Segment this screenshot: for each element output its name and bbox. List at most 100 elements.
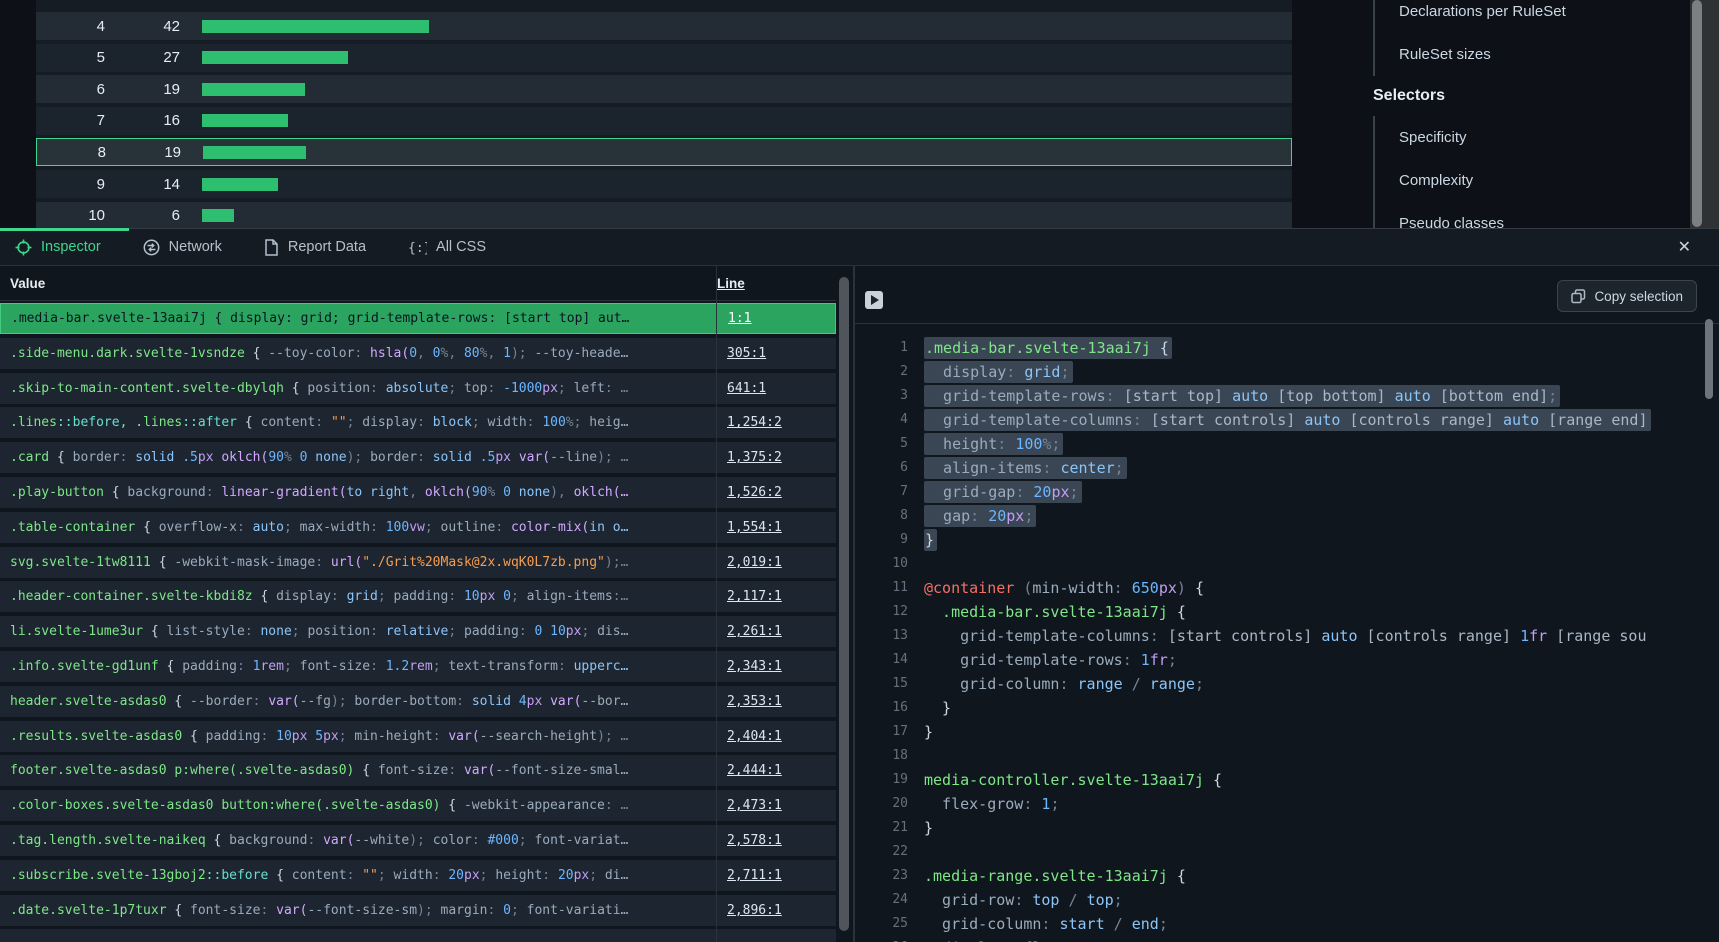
sidebar-item-complexity[interactable]: Complexity: [1375, 159, 1690, 202]
syntax-fn: var(: [519, 450, 550, 465]
syntax-prop: content: [292, 868, 347, 883]
table-row[interactable]: header.svelte-asdas0 { --border: var(--f…: [0, 686, 836, 717]
syntax-ln: [start controls]: [1168, 627, 1322, 645]
chart-row-7[interactable]: 716: [36, 107, 1292, 135]
syntax-punc: ;: [292, 624, 308, 639]
copy-selection-button[interactable]: Copy selection: [1557, 280, 1697, 312]
syntax-kw: solid: [135, 450, 182, 465]
syntax-num: 100: [542, 415, 565, 430]
tab-report-data[interactable]: Report Data: [264, 239, 366, 256]
line-link[interactable]: 2,473:1: [716, 798, 782, 813]
line-link[interactable]: 1,526:2: [716, 485, 782, 500]
table-row[interactable]: .tag.length.svelte-naikeq { background: …: [0, 825, 836, 856]
table-row[interactable]: .card { border: solid .5px oklch(90% 0 n…: [0, 442, 836, 473]
line-link[interactable]: 641:1: [716, 381, 766, 396]
code-text: media-controller.svelte-13aai7j {: [924, 768, 1222, 792]
line-link[interactable]: 305:1: [716, 346, 766, 361]
line-link[interactable]: 2,404:1: [716, 729, 782, 744]
table-row[interactable]: .color-boxes.svelte-asdas0 button:where(…: [0, 790, 836, 821]
line-link[interactable]: 2,578:1: [716, 833, 782, 848]
table-row[interactable]: [0, 929, 836, 942]
syntax-punc: :: [354, 346, 370, 361]
syntax-prop: border: [73, 450, 120, 465]
table-row[interactable]: .media-bar.svelte-13aai7j { display: gri…: [0, 303, 836, 334]
table-row[interactable]: .lines::before, .lines::after { content:…: [0, 407, 836, 438]
line-link[interactable]: 1,375:2: [716, 450, 782, 465]
code-text: }: [924, 528, 937, 552]
line-link[interactable]: 2,353:1: [716, 694, 782, 709]
selection-highlight: .media-bar.svelte-13aai7j {: [924, 337, 1172, 359]
table-row[interactable]: .date.svelte-1p7tuxr { font-size: var(--…: [0, 895, 836, 926]
code-line-20: 20 flex-grow: 1;: [855, 792, 1719, 816]
line-link[interactable]: 1,554:1: [716, 520, 782, 535]
syntax-prop: margin: [441, 903, 488, 918]
line-link[interactable]: 2,444:1: [716, 763, 782, 778]
chart-row-4[interactable]: 442: [36, 12, 1292, 40]
table-row[interactable]: .info.svelte-gd1unf { padding: 1rem; fon…: [0, 651, 836, 682]
sidebar-item-specificity[interactable]: Specificity: [1375, 116, 1690, 159]
window-scrollbar-track[interactable]: [1690, 0, 1719, 228]
chart-row-5[interactable]: 527: [36, 44, 1292, 72]
run-play-button[interactable]: [865, 291, 883, 309]
sidebar-item-ruleset-sizes[interactable]: RuleSet sizes: [1375, 33, 1690, 76]
syntax-punc: );: [409, 833, 432, 848]
code-text: height: 100%;: [924, 432, 1063, 456]
line-link[interactable]: 1:1: [717, 311, 751, 326]
syntax-kw: solid: [472, 694, 519, 709]
declarations-bar-chart: 442 527 619 716 819 914 106: [36, 0, 1292, 228]
syntax-sel: header.svelte-asdas0: [10, 694, 174, 709]
syntax-sel: .media-bar.svelte-13aai7j: [925, 339, 1160, 357]
table-row[interactable]: .subscribe.svelte-13gboj2::before { cont…: [0, 860, 836, 891]
sidebar-item-declarations-per-ruleset[interactable]: Declarations per RuleSet: [1375, 0, 1690, 33]
chart-rank-value: 7: [36, 112, 105, 129]
line-link[interactable]: 2,896:1: [716, 903, 782, 918]
line-link[interactable]: 2,117:1: [716, 589, 782, 604]
chart-row-8[interactable]: 819: [36, 138, 1292, 166]
rule-value-cell: footer.svelte-asdas0 p:where(.svelte-asd…: [0, 763, 716, 778]
line-link[interactable]: 2,261:1: [716, 624, 782, 639]
editor-scrollbar-thumb[interactable]: [1705, 319, 1713, 399]
line-link[interactable]: 2,019:1: [716, 555, 782, 570]
table-row[interactable]: .play-button { background: linear-gradie…: [0, 477, 836, 508]
sidebar-item-pseudo-classes[interactable]: Pseudo classes: [1375, 202, 1690, 228]
chart-row-6[interactable]: 619: [36, 75, 1292, 103]
chart-bar: [202, 51, 348, 64]
left-strip: [0, 0, 36, 228]
syntax-punc: ;: [284, 520, 300, 535]
syntax-punc: ;: [332, 311, 348, 326]
syntax-prop: align-items: [527, 589, 613, 604]
table-row[interactable]: svg.svelte-1tw8111 { -webkit-mask-image:…: [0, 547, 836, 578]
tab-network[interactable]: Network: [143, 239, 222, 256]
window-scrollbar-thumb[interactable]: [1692, 0, 1702, 227]
code-text: grid-template-columns: [start controls] …: [924, 624, 1647, 648]
syntax-punc: ;: [472, 415, 488, 430]
table-row[interactable]: .header-container.svelte-kbdi8z { displa…: [0, 581, 836, 612]
syntax-kw: auto: [1503, 411, 1539, 429]
table-row[interactable]: .table-container { overflow-x: auto; max…: [0, 512, 836, 543]
table-row[interactable]: .skip-to-main-content.svelte-dbylqh { po…: [0, 373, 836, 404]
code-text: display: grid;: [924, 360, 1073, 384]
chart-row-9[interactable]: 914: [36, 170, 1292, 198]
tab-all-css[interactable]: {:}All CSS: [408, 239, 486, 256]
table-scrollbar-thumb[interactable]: [839, 277, 849, 931]
syntax-punc: ),: [550, 485, 573, 500]
syntax-prop: width: [394, 868, 433, 883]
table-scrollbar-track[interactable]: [836, 266, 853, 942]
line-link[interactable]: 2,343:1: [716, 659, 782, 674]
line-link[interactable]: 1,254:2: [716, 415, 782, 430]
syntax-unit: px: [542, 381, 558, 396]
syntax-prop: min-width: [1032, 579, 1113, 597]
syntax-kw: range: [1150, 675, 1195, 693]
syntax-kw: range: [1078, 675, 1123, 693]
chart-row-10[interactable]: 106: [36, 202, 1292, 228]
table-row[interactable]: li.svelte-1ume3ur { list-style: none; po…: [0, 616, 836, 647]
table-row[interactable]: .side-menu.dark.svelte-1vsndze { --toy-c…: [0, 338, 836, 369]
table-row[interactable]: footer.svelte-asdas0 p:where(.svelte-asd…: [0, 755, 836, 786]
line-column-header[interactable]: Line: [706, 276, 745, 291]
table-row[interactable]: .results.svelte-asdas0 { padding: 10px 5…: [0, 721, 836, 752]
rule-value-cell: svg.svelte-1tw8111 { -webkit-mask-image:…: [0, 555, 716, 570]
line-link[interactable]: 2,711:1: [716, 868, 782, 883]
close-icon[interactable]: ✕: [1678, 237, 1691, 257]
tab-inspector[interactable]: Inspector: [15, 239, 101, 256]
syntax-ln: [top bottom]: [1268, 387, 1394, 405]
